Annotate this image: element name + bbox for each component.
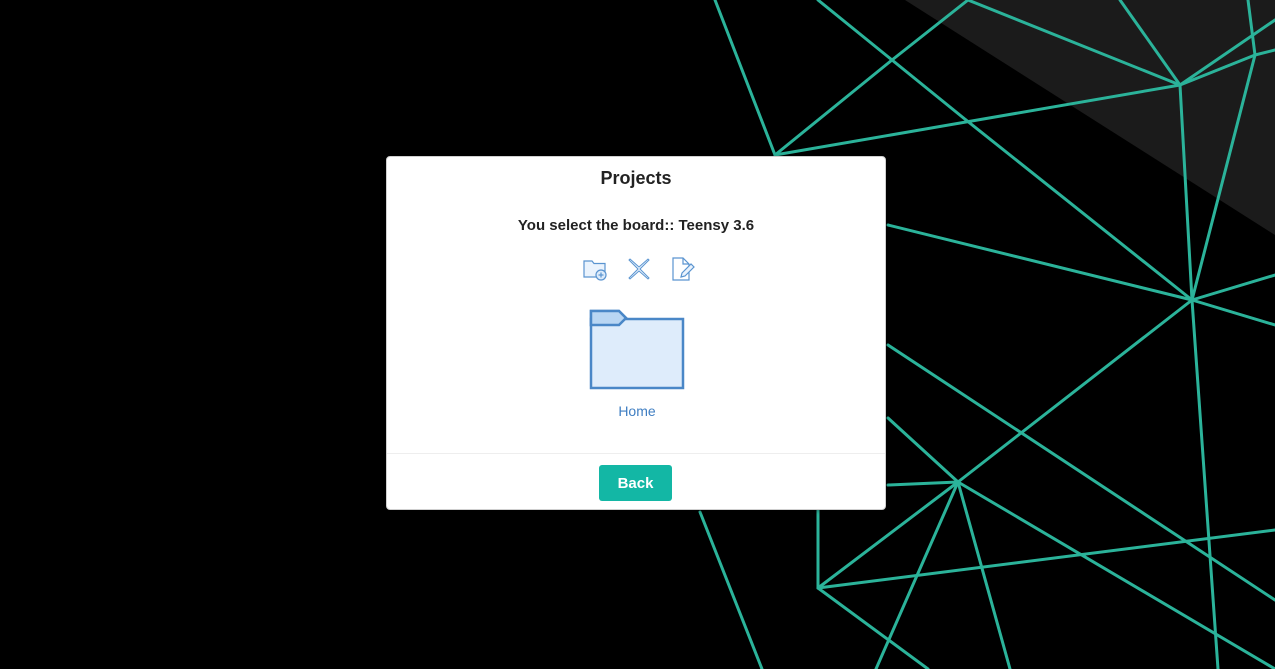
selected-board-text: You select the board:: Teensy 3.6 — [517, 217, 755, 234]
dialog-title: Projects — [600, 168, 672, 188]
new-folder-icon[interactable] — [581, 255, 609, 283]
delete-icon[interactable] — [625, 255, 653, 283]
footer-divider — [387, 453, 885, 454]
back-button[interactable]: Back — [599, 465, 672, 501]
projects-dialog: Projects You select the board:: Teensy 3… — [386, 156, 886, 510]
project-toolbar — [387, 255, 885, 283]
folder-label[interactable]: Home — [587, 403, 687, 419]
folder-home[interactable]: Home — [587, 309, 687, 421]
rename-icon[interactable] — [669, 255, 697, 283]
folder-icon — [589, 309, 685, 390]
